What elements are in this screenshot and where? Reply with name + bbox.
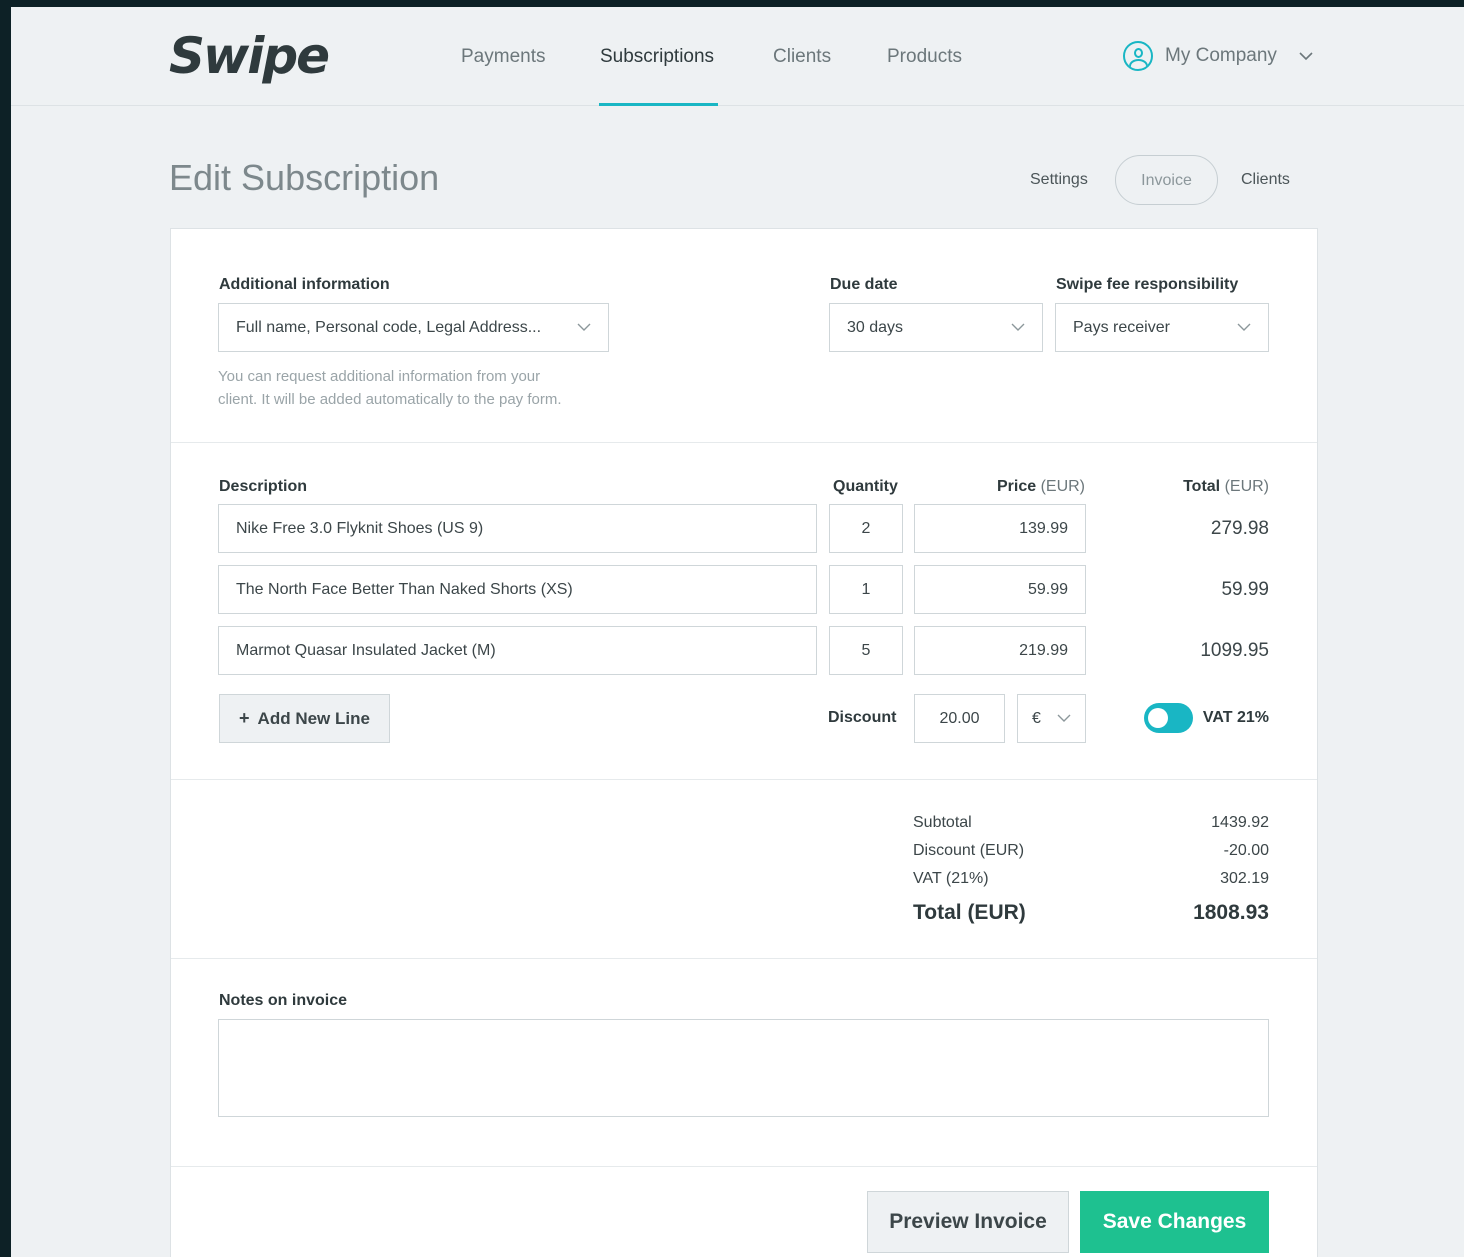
section-divider — [171, 1166, 1317, 1167]
active-nav-indicator — [599, 103, 718, 106]
subtotal-value: 1439.92 — [1211, 814, 1269, 831]
line-description-input[interactable]: Nike Free 3.0 Flyknit Shoes (US 9) — [218, 504, 817, 553]
fee-responsibility-select[interactable]: Pays receiver — [1055, 303, 1269, 352]
fee-responsibility-label: Swipe fee responsibility — [1056, 276, 1239, 293]
page-title: Edit Subscription — [169, 157, 440, 198]
plus-icon: + — [239, 708, 250, 728]
nav-clients[interactable]: Clients — [773, 46, 831, 68]
chevron-down-icon — [1237, 323, 1251, 331]
discount-label: Discount — [828, 709, 897, 726]
chevron-down-icon — [1299, 51, 1313, 60]
line-price-input[interactable]: 219.99 — [914, 626, 1086, 675]
tab-clients[interactable]: Clients — [1241, 155, 1290, 205]
line-description-input[interactable]: Marmot Quasar Insulated Jacket (M) — [218, 626, 817, 675]
due-date-select[interactable]: 30 days — [829, 303, 1043, 352]
section-divider — [171, 442, 1317, 443]
due-date-label: Due date — [830, 276, 898, 293]
vat-toggle[interactable] — [1144, 703, 1193, 733]
line-total: 279.98 — [1210, 518, 1269, 539]
chevron-down-icon — [577, 323, 591, 331]
top-navigation: Swipe Payments Subscriptions Clients Pro… — [11, 7, 1464, 106]
swipe-logo[interactable]: Swipe — [169, 27, 330, 85]
discount-currency-select[interactable]: € — [1017, 694, 1086, 743]
vat-label: VAT 21% — [1202, 709, 1269, 726]
line-total: 59.99 — [1221, 579, 1269, 600]
tab-settings[interactable]: Settings — [1030, 155, 1088, 205]
vat-summary-label: VAT (21%) — [913, 870, 989, 887]
add-new-line-button[interactable]: + Add New Line — [219, 694, 390, 743]
notes-textarea[interactable] — [218, 1019, 1269, 1117]
price-header: Price (EUR) — [996, 478, 1085, 495]
discount-summary-value: -20.00 — [1223, 842, 1269, 859]
invoice-card: Additional information Full name, Person… — [170, 228, 1318, 1257]
additional-info-select[interactable]: Full name, Personal code, Legal Address.… — [218, 303, 609, 352]
vat-summary-value: 302.19 — [1220, 870, 1269, 887]
fee-responsibility-value: Pays receiver — [1073, 318, 1170, 336]
section-divider — [171, 958, 1317, 959]
line-quantity-input[interactable]: 5 — [829, 626, 903, 675]
additional-info-label: Additional information — [219, 276, 390, 293]
total-value: 1808.93 — [1193, 901, 1269, 924]
chevron-down-icon — [1057, 714, 1071, 722]
line-total: 1099.95 — [1200, 640, 1269, 661]
description-header: Description — [219, 478, 308, 495]
notes-label: Notes on invoice — [219, 992, 348, 1009]
line-quantity-input[interactable]: 1 — [829, 565, 903, 614]
preview-invoice-button[interactable]: Preview Invoice — [867, 1191, 1069, 1253]
line-description-input[interactable]: The North Face Better Than Naked Shorts … — [218, 565, 817, 614]
nav-subscriptions[interactable]: Subscriptions — [600, 46, 714, 68]
account-name: My Company — [1165, 45, 1277, 66]
chevron-down-icon — [1011, 323, 1025, 331]
due-date-value: 30 days — [847, 318, 904, 336]
app-window: Swipe Payments Subscriptions Clients Pro… — [11, 7, 1464, 1257]
discount-currency-value: € — [1032, 709, 1041, 727]
section-divider — [171, 779, 1317, 780]
quantity-header: Quantity — [833, 478, 898, 495]
total-label: Total (EUR) — [913, 901, 1026, 924]
tab-invoice[interactable]: Invoice — [1115, 155, 1218, 205]
nav-payments[interactable]: Payments — [461, 46, 545, 68]
user-circle-icon — [1123, 41, 1153, 71]
line-quantity-input[interactable]: 2 — [829, 504, 903, 553]
nav-products[interactable]: Products — [887, 46, 962, 68]
discount-input[interactable]: 20.00 — [914, 694, 1005, 743]
account-menu[interactable]: My Company — [1123, 41, 1313, 71]
subtotal-label: Subtotal — [913, 814, 972, 831]
save-changes-button[interactable]: Save Changes — [1080, 1191, 1269, 1253]
discount-summary-label: Discount (EUR) — [913, 842, 1025, 859]
line-price-input[interactable]: 139.99 — [914, 504, 1086, 553]
total-header: Total (EUR) — [1183, 478, 1269, 495]
additional-info-hint: You can request additional information f… — [218, 368, 562, 408]
additional-info-value: Full name, Personal code, Legal Address.… — [236, 318, 542, 336]
line-price-input[interactable]: 59.99 — [914, 565, 1086, 614]
